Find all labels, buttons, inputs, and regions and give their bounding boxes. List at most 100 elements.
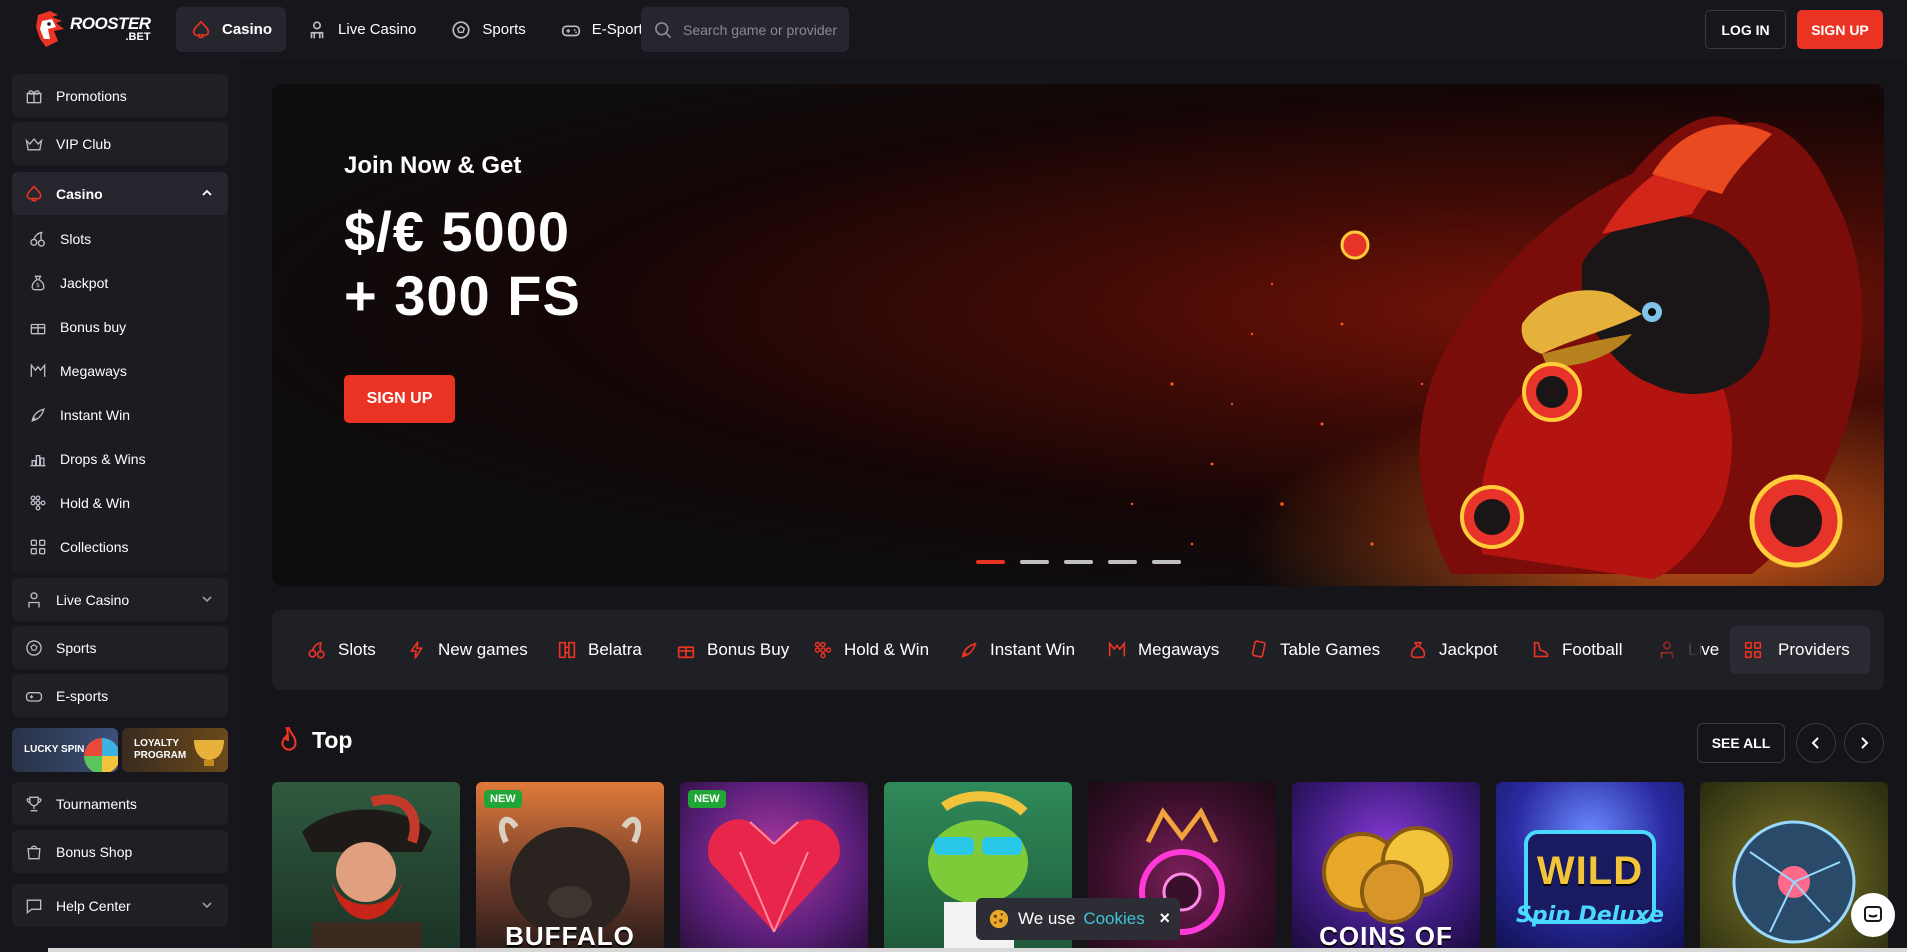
dealer-icon: [28, 591, 40, 607]
category-slots[interactable]: Slots: [306, 610, 376, 690]
see-all-button[interactable]: SEE ALL: [1697, 723, 1785, 763]
category-label: Instant Win: [990, 640, 1076, 659]
providers-button[interactable]: Providers: [1730, 626, 1870, 674]
sidebar-item-hold-win[interactable]: Hold & Win: [28, 485, 130, 521]
signup-button[interactable]: SIGN UP: [1797, 10, 1883, 49]
sidebar-item-vip-club[interactable]: VIP Club: [12, 122, 228, 165]
sidebar-item-label: Help Center: [56, 897, 131, 914]
carousel-dot[interactable]: [1020, 560, 1049, 564]
podium-icon: [30, 455, 46, 467]
lightning-icon: [409, 641, 424, 659]
game-title: WILD: [1536, 849, 1644, 893]
cookie-text: We use: [1018, 909, 1076, 928]
hero-banner[interactable]: Join Now & Get $/€ 5000 + 300 FS SIGN UP: [272, 84, 1884, 586]
category-table-games[interactable]: Table Games: [1248, 610, 1380, 690]
dots-grid-icon: [30, 495, 46, 511]
megaways-icon: [1108, 641, 1126, 657]
nav-casino[interactable]: Casino: [176, 7, 287, 52]
sidebar-item-live-casino[interactable]: Live Casino: [12, 578, 228, 621]
sidebar-item-sports[interactable]: Sports: [12, 626, 228, 669]
game-tile[interactable]: NEW: [680, 782, 868, 952]
cookie-icon: [989, 909, 1009, 929]
sidebar-item-drops-wins[interactable]: Drops & Wins: [28, 441, 146, 477]
game-tile[interactable]: NEW BUFFALO: [476, 782, 664, 952]
category-hold-win[interactable]: Hold & Win: [812, 610, 929, 690]
carousel-dot[interactable]: [1108, 560, 1137, 564]
category-bonus-buy[interactable]: Bonus Buy: [675, 610, 789, 690]
logo-text: ROOSTER: [70, 14, 151, 33]
cherry-icon: [30, 231, 45, 247]
category-megaways[interactable]: Megaways: [1106, 610, 1219, 690]
soccer-ball-icon: [452, 20, 471, 39]
sidebar-item-instant-win[interactable]: Instant Win: [28, 397, 130, 433]
search-icon: [655, 21, 672, 38]
carousel-dot[interactable]: [1064, 560, 1093, 564]
nav-sports[interactable]: Sports: [436, 7, 539, 52]
logo[interactable]: ROOSTER .BET: [32, 8, 152, 50]
promo-cards: LUCKY SPIN LOYALTY PROGRAM: [12, 728, 228, 772]
search-input[interactable]: [683, 21, 843, 38]
chevron-down-icon: [202, 596, 212, 603]
chevron-up-icon: [202, 189, 212, 196]
sidebar-item-tournaments[interactable]: Tournaments: [12, 782, 228, 825]
hero-signup-button[interactable]: SIGN UP: [344, 375, 455, 423]
spade-icon: [26, 184, 42, 201]
category-belatra[interactable]: Belatra: [556, 610, 642, 690]
carousel-dot[interactable]: [1152, 560, 1181, 564]
sidebar-item-slots[interactable]: Slots: [28, 221, 91, 257]
sidebar-item-help-center[interactable]: Help Center: [12, 884, 228, 927]
sidebar-casino-group: Casino Slots $ Jackpot Bonus buy Megaway…: [12, 172, 228, 573]
lucky-spin-card[interactable]: LUCKY SPIN: [12, 728, 118, 772]
sidebar-item-label: Megaways: [60, 363, 127, 379]
chat-bubble-icon: [26, 899, 42, 914]
dealer-icon: [310, 20, 324, 38]
category-football[interactable]: Football: [1530, 610, 1622, 690]
rocket-icon: [31, 408, 45, 422]
sidebar-item-jackpot[interactable]: $ Jackpot: [28, 265, 108, 301]
carousel-dots: [976, 560, 1181, 564]
game-tile[interactable]: Spin Deluxe WILD: [1496, 782, 1684, 952]
category-label: Megaways: [1138, 640, 1220, 659]
hero-offer-amount: $/€ 5000: [344, 200, 570, 263]
sidebar-item-bonus-shop[interactable]: Bonus Shop: [12, 830, 228, 873]
nav-live-casino[interactable]: Live Casino: [292, 7, 430, 52]
providers-label: Providers: [1778, 640, 1850, 659]
section-title: Top: [312, 726, 353, 753]
sidebar-item-label: Sports: [56, 639, 97, 656]
grid-icon: [1744, 641, 1762, 659]
cookie-banner: We use Cookies ×: [976, 898, 1180, 940]
game-tile[interactable]: COINS OF: [1292, 782, 1480, 952]
category-label: Football: [1562, 640, 1623, 659]
login-button[interactable]: LOG IN: [1705, 10, 1786, 49]
cards-icon: [1251, 640, 1266, 658]
sidebar-item-esports[interactable]: E-sports: [12, 674, 228, 717]
prev-arrow-button[interactable]: [1796, 723, 1836, 763]
sidebar-item-label: Casino: [56, 185, 103, 202]
loyalty-program-card[interactable]: LOYALTY PROGRAM: [122, 728, 228, 772]
category-label: New games: [438, 640, 528, 659]
grid-icon: [30, 539, 46, 555]
sidebar-item-collections[interactable]: Collections: [28, 529, 128, 565]
game-tile[interactable]: [272, 782, 460, 952]
category-label: Slots: [338, 640, 376, 659]
horizontal-scrollbar[interactable]: [48, 948, 1907, 952]
sidebar-item-megaways[interactable]: Megaways: [28, 353, 127, 389]
carousel-dot[interactable]: [976, 560, 1005, 564]
cookie-link[interactable]: Cookies: [1083, 909, 1144, 929]
sidebar-item-casino[interactable]: Casino: [12, 172, 228, 215]
sidebar-item-bonus-buy[interactable]: Bonus buy: [28, 309, 126, 345]
close-icon[interactable]: ×: [1159, 908, 1170, 929]
gift-icon: [26, 89, 42, 103]
dots-grid-icon: [814, 641, 832, 659]
sidebar-item-promotions[interactable]: Promotions: [12, 74, 228, 117]
new-badge: NEW: [484, 790, 522, 808]
category-jackpot[interactable]: Jackpot: [1407, 610, 1498, 690]
sidebar-item-label: Collections: [60, 539, 129, 555]
category-new-games[interactable]: New games: [406, 610, 528, 690]
category-instant-win[interactable]: Instant Win: [958, 610, 1075, 690]
hero-offer: $/€ 5000 + 300 FS: [344, 200, 581, 328]
next-arrow-button[interactable]: [1844, 723, 1884, 763]
search-box[interactable]: [641, 7, 849, 52]
chevron-right-icon: [1861, 737, 1869, 749]
support-chat-button[interactable]: [1851, 893, 1895, 937]
